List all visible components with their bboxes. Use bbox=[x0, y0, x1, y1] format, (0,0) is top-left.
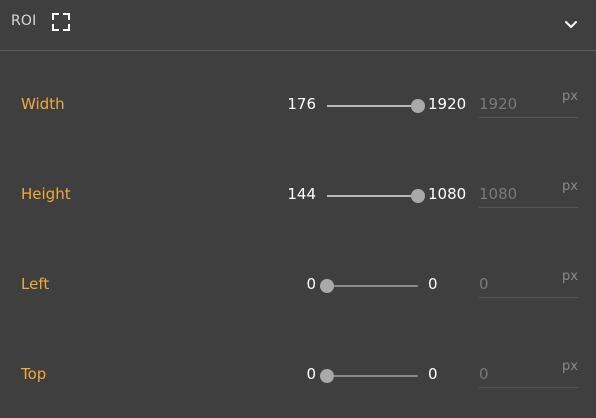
input-value: 1920 bbox=[479, 95, 518, 113]
range-min: 176 bbox=[287, 95, 316, 113]
slider-fill bbox=[327, 105, 418, 107]
roi-row-width: Width 176 1920 1920 px bbox=[0, 86, 596, 126]
top-input[interactable]: 0 px bbox=[479, 359, 578, 388]
range-max: 1080 bbox=[428, 185, 467, 203]
slider-track[interactable] bbox=[320, 279, 418, 293]
range-max: 0 bbox=[428, 275, 438, 293]
range-min: 0 bbox=[306, 275, 316, 293]
height-input[interactable]: 1080 px bbox=[479, 179, 578, 208]
width-input[interactable]: 1920 px bbox=[479, 89, 578, 118]
range-min: 144 bbox=[287, 185, 316, 203]
left-input[interactable]: 0 px bbox=[479, 269, 578, 298]
unit-label: px bbox=[562, 89, 578, 104]
panel-title: ROI bbox=[11, 13, 37, 29]
slider-fill bbox=[327, 195, 418, 197]
range-min: 0 bbox=[306, 365, 316, 383]
chevron-down-icon[interactable] bbox=[563, 16, 579, 32]
range-max: 0 bbox=[428, 365, 438, 383]
slider-thumb[interactable] bbox=[411, 99, 425, 113]
row-label: Top bbox=[21, 365, 47, 383]
slider-track[interactable] bbox=[327, 189, 425, 203]
slider-track[interactable] bbox=[320, 369, 418, 383]
unit-label: px bbox=[562, 359, 578, 374]
row-label: Left bbox=[21, 275, 50, 293]
roi-row-left: Left 0 0 0 px bbox=[0, 266, 596, 306]
input-value: 1080 bbox=[479, 185, 518, 203]
range-max: 1920 bbox=[428, 95, 467, 113]
roi-row-top: Top 0 0 0 px bbox=[0, 356, 596, 396]
input-value: 0 bbox=[479, 365, 489, 383]
row-label: Width bbox=[21, 95, 65, 113]
row-label: Height bbox=[21, 185, 71, 203]
slider-thumb[interactable] bbox=[411, 189, 425, 203]
panel-header[interactable]: ROI bbox=[0, 0, 596, 51]
unit-label: px bbox=[562, 269, 578, 284]
fullscreen-frame-icon bbox=[52, 13, 70, 31]
roi-row-height: Height 144 1080 1080 px bbox=[0, 176, 596, 216]
slider-thumb[interactable] bbox=[320, 279, 334, 293]
slider-track[interactable] bbox=[327, 99, 425, 113]
slider-thumb[interactable] bbox=[320, 369, 334, 383]
input-value: 0 bbox=[479, 275, 489, 293]
unit-label: px bbox=[562, 179, 578, 194]
